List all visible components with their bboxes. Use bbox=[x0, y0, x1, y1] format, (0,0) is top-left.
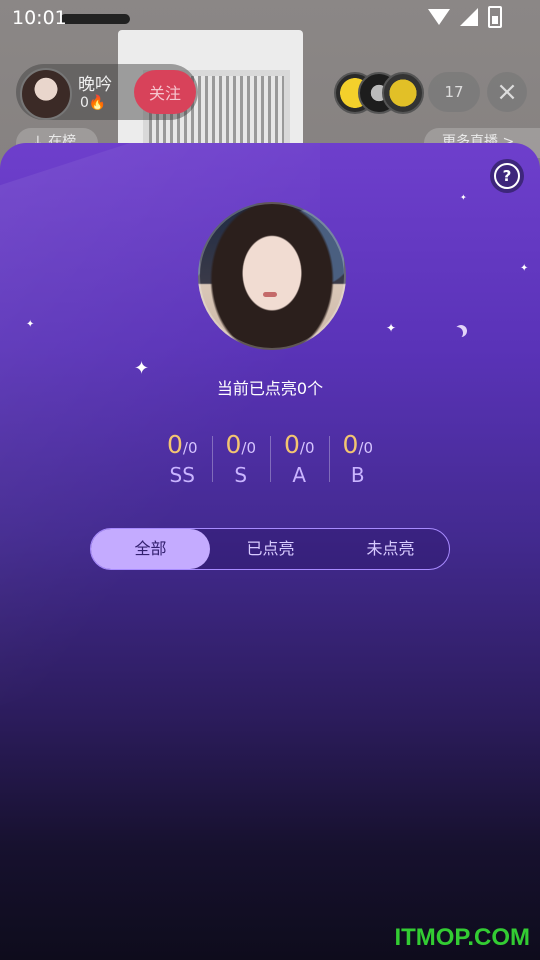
grade-s: 0/0 S bbox=[211, 430, 271, 496]
sparkle-icon: ✦ bbox=[520, 263, 529, 274]
grade-a: 0/0 A bbox=[270, 430, 329, 496]
wifi-icon bbox=[428, 9, 450, 25]
grade-total: /0 bbox=[241, 439, 256, 457]
follow-button[interactable]: 关注 bbox=[134, 70, 196, 114]
grade-value: 0 bbox=[283, 430, 300, 459]
grade-stats: 0/0 SS 0/0 S 0/0 A 0/0 B bbox=[153, 430, 387, 496]
grade-b: 0/0 B bbox=[328, 430, 388, 496]
host-avatar[interactable] bbox=[20, 68, 72, 120]
grade-value: 0 bbox=[342, 430, 359, 459]
host-name: 晚吟 bbox=[78, 75, 112, 95]
sparkle-icon: ✦ bbox=[26, 319, 35, 330]
filter-tabs: 全部 已点亮 未点亮 bbox=[90, 528, 450, 570]
host-info[interactable]: 晚吟 0🔥 关注 bbox=[16, 64, 198, 120]
moon-icon bbox=[451, 327, 463, 339]
grade-name: SS bbox=[169, 463, 195, 487]
grade-name: A bbox=[292, 463, 307, 487]
grade-value: 0 bbox=[166, 430, 183, 459]
status-time: 10:01 bbox=[12, 7, 67, 29]
watermark: ITMOP.COM bbox=[394, 924, 530, 951]
status-bar: 10:01 bbox=[0, 0, 540, 36]
anchor-avatar bbox=[198, 202, 346, 350]
avatar-detail bbox=[263, 292, 277, 297]
close-icon[interactable]: × bbox=[487, 72, 527, 112]
help-button[interactable]: ? bbox=[490, 159, 524, 193]
lighting-sheet: ✦ ✦ ✦ ✦ ✦ ? 当前已点亮0个 0/0 SS 0/0 S 0/0 A 0… bbox=[0, 143, 540, 960]
signal-icon bbox=[460, 8, 478, 26]
grade-name: B bbox=[350, 463, 365, 487]
grade-name: S bbox=[234, 463, 248, 487]
grade-ss: 0/0 SS bbox=[153, 430, 212, 496]
tab-unlit[interactable]: 未点亮 bbox=[331, 529, 450, 569]
grade-value: 0 bbox=[225, 430, 242, 459]
status-icons bbox=[428, 6, 502, 28]
help-icon: ? bbox=[494, 163, 520, 189]
grade-total: /0 bbox=[299, 439, 315, 457]
tab-lit[interactable]: 已点亮 bbox=[211, 529, 330, 569]
grade-total: /0 bbox=[182, 439, 198, 457]
host-heat: 0🔥 bbox=[80, 95, 107, 111]
viewer-count[interactable]: 17 bbox=[428, 72, 480, 112]
lit-count-text: 当前已点亮0个 bbox=[216, 379, 324, 398]
sparkle-icon: ✦ bbox=[386, 321, 397, 335]
viewer-avatar[interactable] bbox=[382, 72, 424, 114]
sparkle-icon: ✦ bbox=[460, 193, 467, 202]
tab-all[interactable]: 全部 bbox=[91, 529, 210, 569]
viewer-avatars[interactable] bbox=[334, 72, 424, 114]
battery-icon bbox=[488, 6, 502, 28]
grade-total: /0 bbox=[358, 439, 373, 457]
